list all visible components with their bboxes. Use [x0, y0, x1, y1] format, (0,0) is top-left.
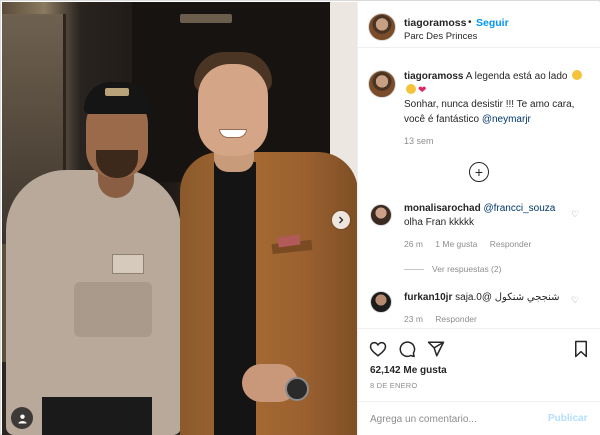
comment-like-icon[interactable]: ♡ [571, 295, 579, 306]
caption-timestamp[interactable]: 13 sem [404, 136, 434, 146]
user-tag-button[interactable] [11, 407, 33, 429]
comment-body: furkan10jr saja.شنججي شنكول @0 [404, 291, 574, 305]
person-right-head [198, 64, 268, 156]
post-comment-button[interactable]: Publicar [548, 413, 587, 424]
comment-input[interactable] [370, 410, 540, 428]
plus-circle-icon: + [474, 164, 484, 180]
save-button[interactable] [571, 339, 591, 359]
comment-time[interactable]: 23 m [404, 314, 423, 324]
post-date[interactable]: 8 DE ENERO [370, 381, 417, 390]
next-photo-button[interactable] [332, 211, 350, 229]
caption-mention[interactable]: @neymarjr [482, 114, 531, 125]
comment-likes[interactable]: 1 Me gusta [435, 239, 477, 249]
replies-divider [404, 268, 424, 270]
heart-icon [369, 341, 387, 357]
commenter-avatar[interactable] [370, 291, 392, 313]
chevron-right-icon [339, 216, 344, 224]
author-avatar[interactable] [368, 13, 396, 41]
post-actions: 62,142 Me gusta 8 DE ENERO Publicar [358, 328, 600, 435]
caption-text: tiagoramoss A legenda está ao lado ❤ Son… [404, 70, 594, 127]
post-modal: tiagoramoss • Seguir Parc Des Princes ti… [0, 0, 600, 435]
comment-reply-button[interactable]: Responder [490, 239, 532, 249]
user-tag-icon [17, 413, 27, 424]
comment-button[interactable] [397, 339, 417, 359]
caption-username[interactable]: tiagoramoss [404, 71, 463, 82]
comment-meta: 23 m Responder [404, 314, 487, 324]
heart-emoji-icon: ❤ [418, 85, 427, 97]
post-photo[interactable] [2, 2, 357, 435]
post-header: tiagoramoss • Seguir Parc Des Princes [358, 2, 600, 48]
comment-time[interactable]: 26 m [404, 239, 423, 249]
comment-body: monalisarochad @francci_souza olha Fran … [404, 202, 574, 230]
load-more-comments-button[interactable]: + [469, 162, 489, 182]
view-replies-button[interactable]: Ver respuestas (2) [404, 264, 501, 274]
commenter-avatar[interactable] [370, 204, 392, 226]
comment-username[interactable]: furkan10jr [404, 292, 452, 303]
hoodie-pocket [74, 282, 152, 337]
author-username[interactable]: tiagoramoss [404, 17, 466, 29]
comment-text: olha Fran kkkkk [404, 217, 475, 228]
like-count[interactable]: 62,142 Me gusta [370, 365, 447, 376]
cap-logo [105, 88, 129, 96]
comment-reply-button[interactable]: Responder [435, 314, 477, 324]
comment-icon [399, 341, 416, 358]
bookmark-icon [575, 340, 587, 358]
laughing-emoji-icon [406, 84, 416, 95]
post-location[interactable]: Parc Des Princes [404, 31, 477, 42]
wristwatch [285, 377, 309, 401]
comment-text: saja.شنججي شنكول @0 [455, 292, 560, 303]
laughing-emoji-icon [572, 70, 583, 80]
comment-like-icon[interactable]: ♡ [571, 209, 579, 220]
post-sidebar: tiagoramoss • Seguir Parc Des Princes ti… [357, 2, 600, 435]
header-separator: • [468, 17, 472, 28]
person-left-pants [42, 397, 152, 435]
comment-username[interactable]: monalisarochad [404, 203, 481, 214]
share-icon [427, 341, 445, 357]
comment-mention[interactable]: @francci_souza [483, 203, 555, 214]
caption-avatar[interactable] [368, 70, 396, 98]
add-comment-bar: Publicar [358, 401, 600, 435]
share-button[interactable] [426, 339, 446, 359]
view-replies-label: Ver respuestas (2) [432, 264, 502, 274]
follow-button[interactable]: Seguir [476, 17, 509, 29]
comment-meta: 26 m 1 Me gusta Responder [404, 239, 541, 249]
like-button[interactable] [368, 339, 388, 359]
ceiling-light [180, 14, 232, 23]
hoodie-patch [112, 254, 144, 274]
caption-line1: A legenda está ao lado [465, 71, 568, 82]
